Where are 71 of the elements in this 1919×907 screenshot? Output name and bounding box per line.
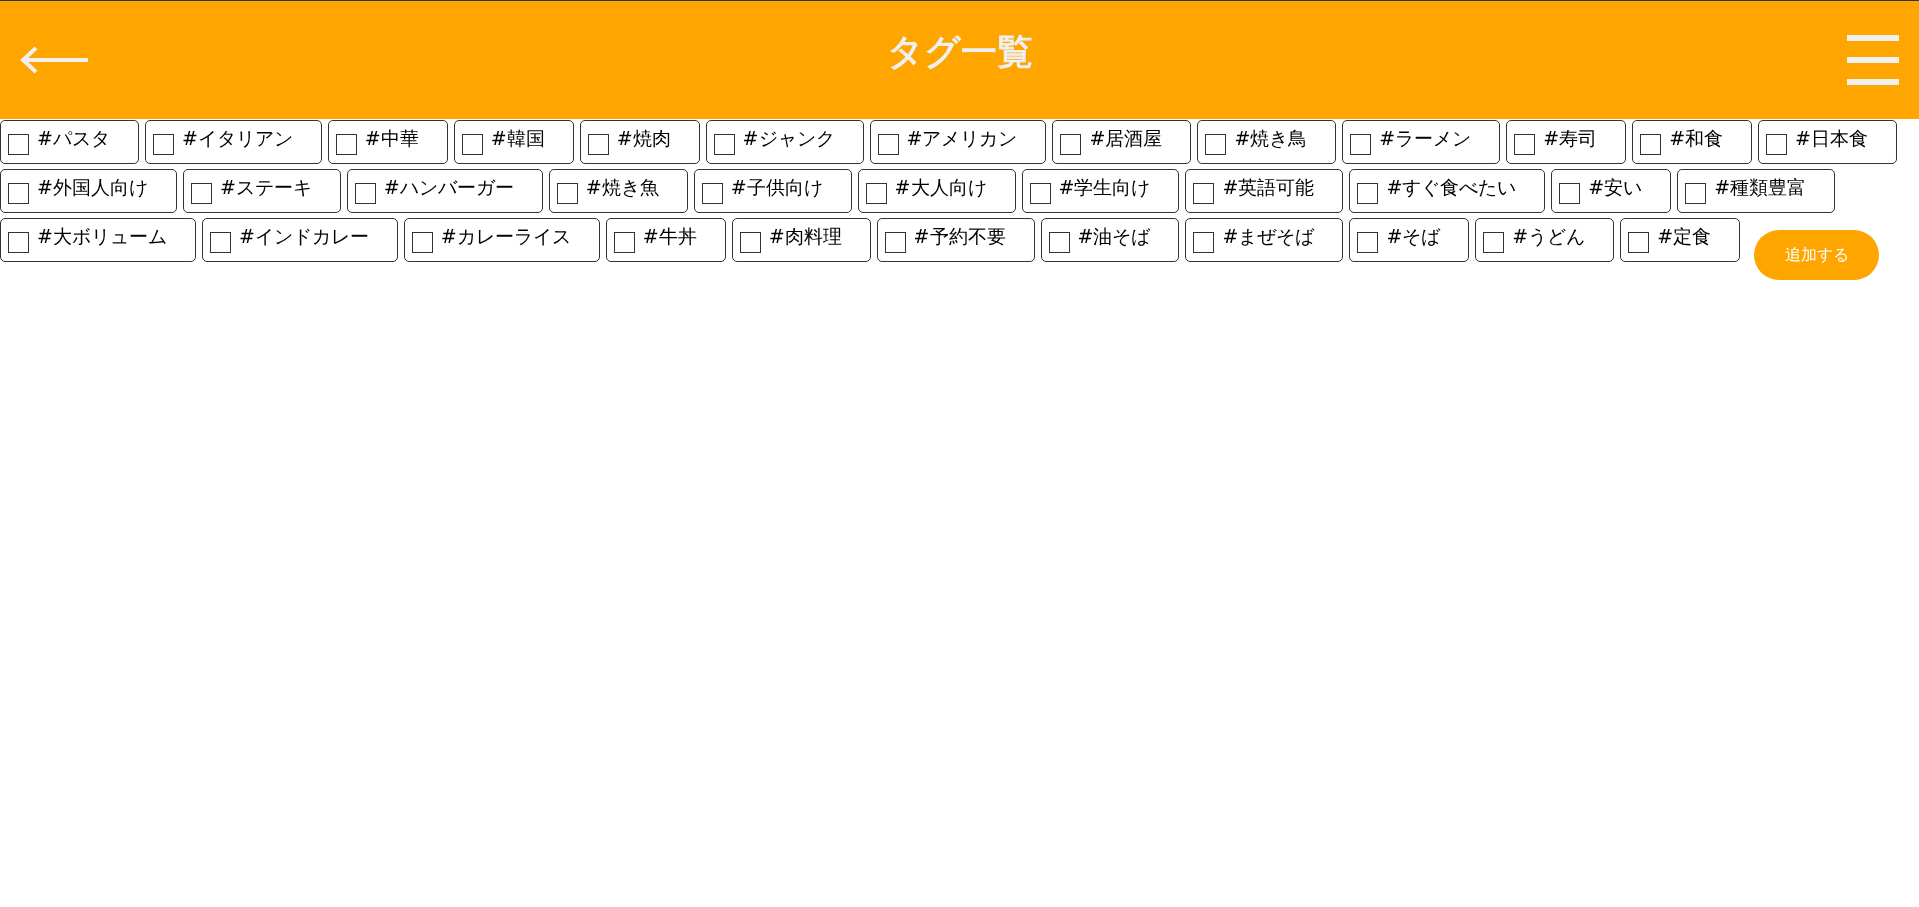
checkbox[interactable] <box>1357 182 1379 204</box>
checkbox[interactable] <box>613 231 635 253</box>
tag-checkbox[interactable]: #まぜそば <box>1185 218 1344 262</box>
tag-checkbox[interactable]: #そば <box>1349 218 1470 262</box>
tag-checkbox[interactable]: #油そば <box>1040 218 1180 262</box>
checkbox[interactable] <box>1640 133 1662 155</box>
tag-checkbox[interactable]: #中華 <box>327 120 448 164</box>
tag-checkbox[interactable]: #種類豊富 <box>1677 169 1836 213</box>
checkbox[interactable] <box>8 182 29 204</box>
checkbox[interactable] <box>411 231 433 253</box>
checkbox[interactable] <box>1193 182 1215 204</box>
page-title: タグ一覧 <box>886 30 1033 74</box>
tag-checkbox[interactable]: #焼肉 <box>579 120 700 164</box>
tag-checkbox[interactable]: #イタリアン <box>144 120 322 164</box>
checkbox[interactable] <box>152 133 174 155</box>
tag-checkbox[interactable]: #焼き魚 <box>548 169 688 213</box>
tag-checkbox[interactable]: #肉料理 <box>731 218 871 262</box>
tag-checkbox[interactable]: #ハンバーガー <box>346 169 543 213</box>
checkbox[interactable] <box>1350 133 1372 155</box>
checkbox[interactable] <box>1514 133 1536 155</box>
checkbox[interactable] <box>1205 133 1227 155</box>
checkbox[interactable] <box>8 231 29 253</box>
tag-checkbox[interactable]: #ステーキ <box>182 169 341 213</box>
tag-checkbox[interactable]: #寿司 <box>1506 120 1627 164</box>
tag-checkbox[interactable]: #安い <box>1551 169 1672 213</box>
tag-checkbox[interactable]: #うどん <box>1475 218 1615 262</box>
tag-checkbox[interactable]: #子供向け <box>693 169 852 213</box>
tag-checkbox[interactable]: #ジャンク <box>705 120 864 164</box>
checkbox[interactable] <box>8 133 29 155</box>
checkbox[interactable] <box>1685 182 1707 204</box>
tag-checkbox[interactable]: #居酒屋 <box>1052 120 1192 164</box>
checkbox[interactable] <box>1060 133 1082 155</box>
checkbox[interactable] <box>1048 231 1070 253</box>
checkbox[interactable] <box>461 133 483 155</box>
checkbox[interactable] <box>1559 182 1581 204</box>
tag-checkbox[interactable]: #外国人向け <box>0 169 177 213</box>
tag-checkbox[interactable]: #牛丼 <box>605 218 726 262</box>
checkbox[interactable] <box>1357 231 1379 253</box>
checkbox[interactable] <box>209 231 231 253</box>
checkbox[interactable] <box>556 182 578 204</box>
checkbox[interactable] <box>739 231 761 253</box>
checkbox[interactable] <box>877 133 899 155</box>
checkbox[interactable] <box>1483 231 1505 253</box>
tag-checkbox[interactable]: #すぐ食べたい <box>1349 169 1546 213</box>
tag-checkbox[interactable]: #和食 <box>1632 120 1753 164</box>
tag-checkbox[interactable]: #インドカレー <box>201 218 398 262</box>
tag-checkbox[interactable]: #パスタ <box>0 120 139 164</box>
checkbox[interactable] <box>190 182 212 204</box>
tag-checkbox[interactable]: #英語可能 <box>1185 169 1344 213</box>
checkbox[interactable] <box>1029 182 1051 204</box>
tag-checkbox[interactable]: #ラーメン <box>1342 120 1501 164</box>
tag-checkbox[interactable]: #カレーライス <box>403 218 600 262</box>
tag-checkbox[interactable]: #焼き鳥 <box>1197 120 1337 164</box>
checkbox[interactable] <box>1766 133 1788 155</box>
checkbox[interactable] <box>1628 231 1650 253</box>
tag-checkbox[interactable]: #定食 <box>1620 218 1741 262</box>
checkbox[interactable] <box>587 133 609 155</box>
checkbox[interactable] <box>354 182 376 204</box>
checkbox[interactable] <box>884 231 906 253</box>
checkbox[interactable] <box>335 133 357 155</box>
tag-checkbox[interactable]: #大ボリューム <box>0 218 196 262</box>
tag-checkbox[interactable]: #アメリカン <box>869 120 1047 164</box>
tag-checkbox[interactable]: #予約不要 <box>876 218 1035 262</box>
tag-checkbox[interactable]: #韓国 <box>453 120 574 164</box>
tag-checkbox[interactable]: #大人向け <box>857 169 1016 213</box>
checkbox[interactable] <box>1193 231 1215 253</box>
checkbox[interactable] <box>713 133 735 155</box>
checkbox[interactable] <box>865 182 887 204</box>
tag-checkbox[interactable]: #学生向け <box>1021 169 1180 213</box>
tag-checkbox[interactable]: #日本食 <box>1758 120 1897 164</box>
checkbox[interactable] <box>701 182 723 204</box>
